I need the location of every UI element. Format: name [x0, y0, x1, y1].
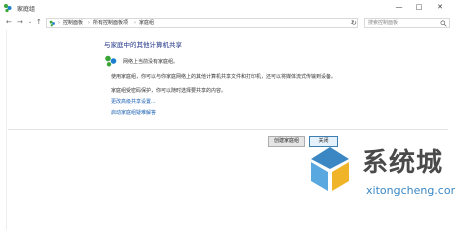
- watermark-url: xitongcheng.com: [366, 184, 455, 197]
- page-heading: 与家庭中的其他计算机共享: [104, 41, 182, 49]
- troubleshoot-link[interactable]: 启动家庭组疑难解答: [111, 109, 156, 116]
- search-input[interactable]: 搜索控制面板: [364, 18, 450, 28]
- search-placeholder: 搜索控制面板: [368, 20, 399, 26]
- divider: [8, 129, 448, 130]
- breadcrumb-separator-icon: ›: [88, 20, 90, 26]
- minimize-button[interactable]: —: [392, 2, 406, 13]
- watermark-text: 系统城: [362, 148, 444, 178]
- address-row: ← → ⌄ ↑ › 控制面板 › 所有控制面板项 › 家庭组 ⌄ ↻ 搜索控制面…: [0, 16, 455, 30]
- close-window-button[interactable]: ✕: [433, 2, 447, 13]
- breadcrumb-control-panel[interactable]: 控制面板: [63, 20, 83, 27]
- search-icon[interactable]: [440, 20, 447, 27]
- create-homegroup-button[interactable]: 创建家庭组: [268, 136, 305, 147]
- advanced-sharing-link[interactable]: 更改高级共享设置...: [111, 98, 156, 105]
- maximize-button[interactable]: □: [412, 2, 426, 13]
- homegroup-app-icon: [4, 4, 12, 13]
- back-button[interactable]: ←: [6, 18, 12, 27]
- breadcrumb-separator-icon: ›: [134, 20, 136, 26]
- left-border: [6, 30, 7, 230]
- breadcrumb-all-items[interactable]: 所有控制面板项: [93, 20, 128, 27]
- main-content: 与家庭中的其他计算机共享 网络上当前没有家庭组。 使用家庭组，你可以与你家庭网络…: [0, 30, 455, 230]
- up-button[interactable]: ↑: [36, 18, 42, 27]
- breadcrumb-homegroup[interactable]: 家庭组: [139, 20, 154, 27]
- homegroup-icon: [105, 55, 117, 67]
- forward-button[interactable]: →: [17, 18, 23, 27]
- homegroup-icon: [49, 20, 55, 27]
- breadcrumb-separator-icon: ›: [58, 20, 60, 26]
- address-bar[interactable]: › 控制面板 › 所有控制面板项 › 家庭组 ⌄: [46, 18, 358, 28]
- window-title: 家庭组: [17, 6, 36, 13]
- description-paragraph: 使用家庭组，你可以与你家庭网络上的其他计算机共享文件和打印机，还可以将媒体流式传…: [111, 74, 337, 80]
- refresh-button[interactable]: ↻: [351, 19, 357, 27]
- status-text: 网络上当前没有家庭组。: [123, 59, 179, 65]
- password-note: 家庭组受密码保护，你可以随时选择要共享的内容。: [111, 88, 227, 94]
- watermark-logo-icon: [311, 147, 349, 191]
- recent-locations-button[interactable]: ⌄: [28, 18, 32, 27]
- title-bar: 家庭组 — □ ✕: [0, 0, 455, 16]
